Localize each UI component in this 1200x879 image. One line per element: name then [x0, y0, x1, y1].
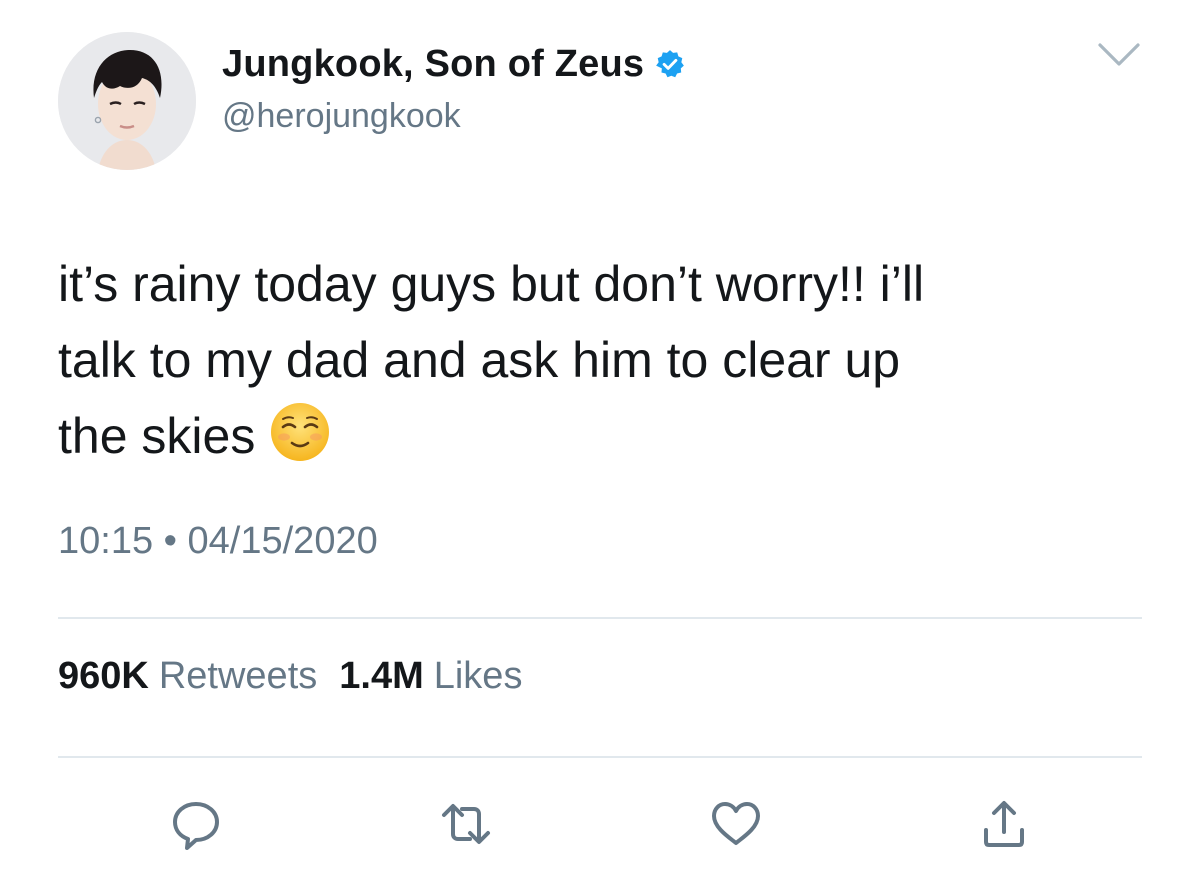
tweet-text: it’s rainy today guys but don’t worry!! …	[58, 246, 1158, 474]
smiling-face-icon	[269, 401, 331, 463]
retweets-count: 960K	[58, 655, 149, 697]
like-button[interactable]	[708, 796, 764, 852]
tweet-body: it’s rainy today guys but don’t worry!! …	[58, 256, 925, 464]
likes-label: Likes	[433, 655, 523, 697]
retweet-button[interactable]	[438, 796, 494, 852]
retweet-icon	[442, 804, 490, 844]
engagement-stats: 960K Retweets 1.4M Likes	[58, 655, 522, 698]
likes-count: 1.4M	[339, 655, 424, 697]
display-name[interactable]: Jungkook, Son of Zeus	[222, 43, 644, 86]
avatar-image	[58, 32, 196, 170]
divider	[58, 617, 1142, 619]
share-button[interactable]	[976, 796, 1032, 852]
tweet-timestamp[interactable]: 10:15 • 04/15/2020	[58, 520, 378, 563]
heart-icon	[712, 802, 760, 845]
tweet-date: 04/15/2020	[187, 520, 378, 562]
likes-stat[interactable]: 1.4M Likes	[339, 655, 522, 697]
share-icon	[984, 801, 1024, 847]
verified-badge-icon	[654, 48, 686, 80]
user-handle[interactable]: @herojungkook	[222, 97, 461, 136]
tweet-time: 10:15	[58, 520, 154, 562]
avatar[interactable]	[58, 32, 196, 170]
reply-button[interactable]	[168, 796, 224, 852]
divider	[58, 756, 1142, 758]
retweets-label: Retweets	[158, 655, 318, 697]
user-name-row[interactable]: Jungkook, Son of Zeus	[222, 40, 686, 88]
tweet-card: Jungkook, Son of Zeus @herojungkook it’s…	[0, 0, 1200, 879]
chevron-down-icon[interactable]	[1096, 40, 1142, 70]
timestamp-separator: •	[163, 520, 177, 562]
retweets-stat[interactable]: 960K Retweets	[58, 655, 317, 697]
reply-icon	[173, 802, 219, 850]
